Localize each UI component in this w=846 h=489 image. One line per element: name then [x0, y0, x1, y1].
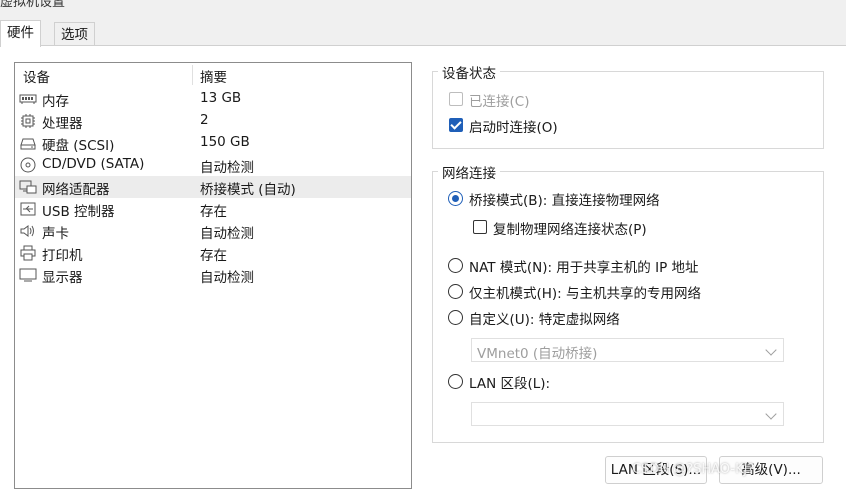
chevron-down-icon	[765, 344, 777, 356]
device-row-network-adapter[interactable]: 网络适配器 桥接模式 (自动)	[15, 176, 411, 198]
device-name: 硬盘 (SCSI)	[42, 138, 115, 154]
summary-column-header[interactable]: 摘要	[200, 66, 227, 86]
watermark: CSDN @?SHAO-KJ?	[632, 462, 755, 477]
custom-radio[interactable]	[448, 310, 463, 325]
device-column-header[interactable]: 设备	[23, 66, 50, 86]
device-summary: 自动检测	[200, 160, 254, 176]
device-name: 声卡	[42, 226, 69, 242]
nat-radio[interactable]	[448, 258, 463, 273]
cd-dvd-icon	[20, 157, 36, 173]
lan-segment-label: LAN 区段(L):	[469, 376, 551, 392]
replicate-state-checkbox[interactable]	[473, 220, 487, 234]
tab-options[interactable]: 选项	[54, 22, 95, 47]
processor-icon	[21, 114, 35, 128]
device-summary: 自动检测	[200, 270, 254, 286]
window-title: 虚拟机设置	[0, 0, 846, 12]
device-name: 显示器	[42, 270, 83, 286]
bridged-label: 桥接模式(B): 直接连接物理网络	[469, 193, 660, 209]
bridged-radio[interactable]	[448, 191, 463, 206]
nat-label: NAT 模式(N): 用于共享主机的 IP 地址	[469, 260, 699, 276]
device-summary: 自动检测	[200, 226, 254, 242]
device-row-sound-card[interactable]: 声卡 自动检测	[15, 220, 411, 242]
device-summary: 13 GB	[200, 90, 242, 106]
device-row-memory[interactable]: 内存 13 GB	[15, 88, 411, 110]
device-summary: 存在	[200, 248, 227, 264]
device-row-display[interactable]: 显示器 自动检测	[15, 264, 411, 286]
lan-segment-radio[interactable]	[448, 374, 463, 389]
usb-icon	[20, 202, 36, 216]
list-header: 设备 摘要	[15, 63, 411, 87]
column-separator[interactable]	[192, 65, 193, 85]
device-summary: 150 GB	[200, 134, 250, 150]
network-adapter-icon	[19, 180, 37, 194]
tab-hardware[interactable]: 硬件	[0, 20, 41, 47]
device-row-hard-disk[interactable]: 硬盘 (SCSI) 150 GB	[15, 132, 411, 154]
custom-network-value: VMnet0 (自动桥接)	[477, 346, 598, 362]
device-row-processor[interactable]: 处理器 2	[15, 110, 411, 132]
device-name: 内存	[42, 94, 69, 110]
chevron-down-icon	[765, 408, 777, 420]
replicate-state-label: 复制物理网络连接状态(P)	[493, 222, 647, 238]
display-icon	[19, 268, 37, 282]
connected-label: 已连接(C)	[469, 94, 530, 110]
device-status-group	[432, 71, 824, 149]
device-status-title: 设备状态	[438, 62, 500, 82]
memory-icon	[19, 94, 37, 104]
lan-segment-select[interactable]	[471, 402, 784, 426]
device-name: 打印机	[42, 248, 83, 264]
device-summary: 存在	[200, 204, 227, 220]
sound-icon	[20, 225, 34, 237]
device-name: 网络适配器	[42, 182, 110, 198]
device-list[interactable]: 设备 摘要 内存 13 GB 处理器 2 硬盘 (SCSI) 150 GB CD…	[14, 62, 412, 489]
hard-disk-icon	[20, 138, 36, 150]
device-row-cd-dvd[interactable]: CD/DVD (SATA) 自动检测	[15, 154, 411, 176]
network-connection-title: 网络连接	[438, 162, 500, 182]
device-name: USB 控制器	[42, 204, 115, 220]
device-row-printer[interactable]: 打印机 存在	[15, 242, 411, 264]
device-summary: 2	[200, 112, 209, 128]
connected-checkbox[interactable]	[449, 92, 463, 106]
device-summary: 桥接模式 (自动)	[200, 182, 296, 198]
printer-icon	[20, 245, 36, 261]
host-only-radio[interactable]	[448, 284, 463, 299]
connect-at-power-on-label: 启动时连接(O)	[469, 120, 558, 136]
device-name: 处理器	[42, 116, 83, 132]
device-row-usb[interactable]: USB 控制器 存在	[15, 198, 411, 220]
custom-label: 自定义(U): 特定虚拟网络	[469, 312, 620, 328]
device-name: CD/DVD (SATA)	[42, 156, 145, 172]
connect-at-power-on-checkbox[interactable]	[449, 118, 463, 132]
custom-network-select[interactable]: VMnet0 (自动桥接)	[471, 338, 784, 362]
host-only-label: 仅主机模式(H): 与主机共享的专用网络	[469, 286, 702, 302]
